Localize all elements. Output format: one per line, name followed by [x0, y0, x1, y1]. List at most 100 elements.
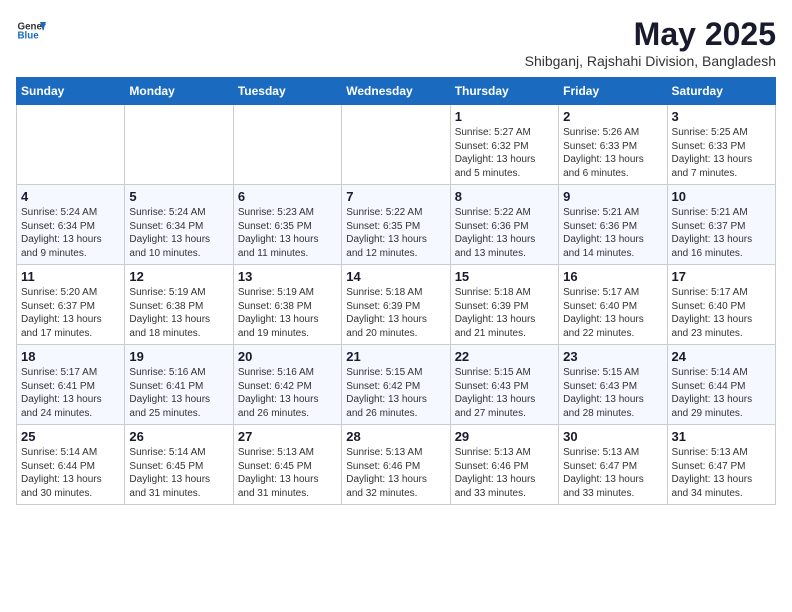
day-info: Sunrise: 5:15 AM Sunset: 6:43 PM Dayligh… [455, 366, 554, 420]
day-number: 10 [672, 189, 771, 204]
calendar-cell: 15 Sunrise: 5:18 AM Sunset: 6:39 PM Dayli… [450, 265, 558, 345]
day-info: Sunrise: 5:24 AM Sunset: 6:34 PM Dayligh… [129, 206, 228, 260]
calendar-cell: 24 Sunrise: 5:14 AM Sunset: 6:44 PM Dayli… [667, 345, 775, 425]
day-number: 22 [455, 349, 554, 364]
week-row-0: 1 Sunrise: 5:27 AM Sunset: 6:32 PM Daylig… [17, 105, 776, 185]
calendar-cell: 11 Sunrise: 5:20 AM Sunset: 6:37 PM Dayli… [17, 265, 125, 345]
calendar-cell: 13Sunrise: 5:19 AM Sunset: 6:38 PM Dayli… [233, 265, 341, 345]
day-number: 2 [563, 109, 662, 124]
logo-icon: General Blue [16, 16, 46, 46]
day-number: 4 [21, 189, 120, 204]
header: General Blue May 2025 Shibganj, Rajshahi… [16, 16, 776, 69]
day-number: 27 [238, 429, 337, 444]
day-info: Sunrise: 5:15 AM Sunset: 6:42 PM Dayligh… [346, 366, 445, 420]
day-number: 21 [346, 349, 445, 364]
day-info: Sunrise: 5:20 AM Sunset: 6:37 PM Dayligh… [21, 286, 120, 340]
col-header-sunday: Sunday [17, 78, 125, 105]
svg-text:Blue: Blue [18, 31, 40, 42]
day-number: 8 [455, 189, 554, 204]
day-number: 15 [455, 269, 554, 284]
day-number: 28 [346, 429, 445, 444]
day-number: 14 [346, 269, 445, 284]
day-info: Sunrise: 5:16 AM Sunset: 6:41 PM Dayligh… [129, 366, 228, 420]
week-row-1: 4 Sunrise: 5:24 AM Sunset: 6:34 PM Daylig… [17, 185, 776, 265]
calendar-cell: 4 Sunrise: 5:24 AM Sunset: 6:34 PM Daylig… [17, 185, 125, 265]
day-info: Sunrise: 5:15 AM Sunset: 6:43 PM Dayligh… [563, 366, 662, 420]
calendar-cell: 12 Sunrise: 5:19 AM Sunset: 6:38 PM Dayli… [125, 265, 233, 345]
day-number: 24 [672, 349, 771, 364]
calendar-cell [233, 105, 341, 185]
calendar-cell: 16Sunrise: 5:17 AM Sunset: 6:40 PM Dayli… [559, 265, 667, 345]
calendar-cell: 14 Sunrise: 5:18 AM Sunset: 6:39 PM Dayli… [342, 265, 450, 345]
calendar-cell [17, 105, 125, 185]
day-number: 30 [563, 429, 662, 444]
day-info: Sunrise: 5:14 AM Sunset: 6:44 PM Dayligh… [672, 366, 771, 420]
calendar-cell: 29 Sunrise: 5:13 AM Sunset: 6:46 PM Dayli… [450, 425, 558, 505]
day-info: Sunrise: 5:17 AM Sunset: 6:40 PM Dayligh… [672, 286, 771, 340]
calendar-cell: 18 Sunrise: 5:17 AM Sunset: 6:41 PM Dayli… [17, 345, 125, 425]
col-header-tuesday: Tuesday [233, 78, 341, 105]
day-number: 11 [21, 269, 120, 284]
day-info: Sunrise: 5:13 AM Sunset: 6:47 PM Dayligh… [563, 446, 662, 500]
day-info: Sunrise: 5:18 AM Sunset: 6:39 PM Dayligh… [455, 286, 554, 340]
calendar-cell: 23 Sunrise: 5:15 AM Sunset: 6:43 PM Dayli… [559, 345, 667, 425]
day-info: Sunrise: 5:25 AM Sunset: 6:33 PM Dayligh… [672, 126, 771, 180]
col-header-friday: Friday [559, 78, 667, 105]
day-info: Sunrise: 5:13 AM Sunset: 6:46 PM Dayligh… [455, 446, 554, 500]
day-info: Sunrise: 5:18 AM Sunset: 6:39 PM Dayligh… [346, 286, 445, 340]
day-number: 25 [21, 429, 120, 444]
week-row-3: 18 Sunrise: 5:17 AM Sunset: 6:41 PM Dayli… [17, 345, 776, 425]
calendar-cell: 10 Sunrise: 5:21 AM Sunset: 6:37 PM Dayli… [667, 185, 775, 265]
subtitle: Shibganj, Rajshahi Division, Bangladesh [525, 53, 776, 69]
calendar-cell: 6 Sunrise: 5:23 AM Sunset: 6:35 PM Daylig… [233, 185, 341, 265]
day-info: Sunrise: 5:21 AM Sunset: 6:36 PM Dayligh… [563, 206, 662, 260]
day-number: 13 [238, 269, 337, 284]
day-number: 31 [672, 429, 771, 444]
day-number: 12 [129, 269, 228, 284]
calendar-cell: 9Sunrise: 5:21 AM Sunset: 6:36 PM Daylig… [559, 185, 667, 265]
day-info: Sunrise: 5:19 AM Sunset: 6:38 PM Dayligh… [129, 286, 228, 340]
day-number: 6 [238, 189, 337, 204]
month-title: May 2025 [525, 16, 776, 53]
calendar-cell: 30 Sunrise: 5:13 AM Sunset: 6:47 PM Dayli… [559, 425, 667, 505]
col-header-saturday: Saturday [667, 78, 775, 105]
day-number: 7 [346, 189, 445, 204]
day-number: 18 [21, 349, 120, 364]
calendar-cell: 27 Sunrise: 5:13 AM Sunset: 6:45 PM Dayli… [233, 425, 341, 505]
day-number: 17 [672, 269, 771, 284]
calendar-cell [342, 105, 450, 185]
day-number: 23 [563, 349, 662, 364]
day-info: Sunrise: 5:17 AM Sunset: 6:41 PM Dayligh… [21, 366, 120, 420]
calendar-cell: 19 Sunrise: 5:16 AM Sunset: 6:41 PM Dayli… [125, 345, 233, 425]
logo: General Blue [16, 16, 46, 46]
calendar-cell: 1 Sunrise: 5:27 AM Sunset: 6:32 PM Daylig… [450, 105, 558, 185]
calendar-cell: 25Sunrise: 5:14 AM Sunset: 6:44 PM Dayli… [17, 425, 125, 505]
calendar-cell: 21 Sunrise: 5:15 AM Sunset: 6:42 PM Dayli… [342, 345, 450, 425]
calendar-cell: 7Sunrise: 5:22 AM Sunset: 6:35 PM Daylig… [342, 185, 450, 265]
week-row-4: 25Sunrise: 5:14 AM Sunset: 6:44 PM Dayli… [17, 425, 776, 505]
day-number: 3 [672, 109, 771, 124]
calendar-cell: 20Sunrise: 5:16 AM Sunset: 6:42 PM Dayli… [233, 345, 341, 425]
day-info: Sunrise: 5:22 AM Sunset: 6:36 PM Dayligh… [455, 206, 554, 260]
day-info: Sunrise: 5:13 AM Sunset: 6:45 PM Dayligh… [238, 446, 337, 500]
day-number: 19 [129, 349, 228, 364]
day-info: Sunrise: 5:13 AM Sunset: 6:46 PM Dayligh… [346, 446, 445, 500]
day-info: Sunrise: 5:21 AM Sunset: 6:37 PM Dayligh… [672, 206, 771, 260]
calendar-cell: 22 Sunrise: 5:15 AM Sunset: 6:43 PM Dayli… [450, 345, 558, 425]
day-info: Sunrise: 5:26 AM Sunset: 6:33 PM Dayligh… [563, 126, 662, 180]
day-info: Sunrise: 5:23 AM Sunset: 6:35 PM Dayligh… [238, 206, 337, 260]
day-info: Sunrise: 5:17 AM Sunset: 6:40 PM Dayligh… [563, 286, 662, 340]
col-header-monday: Monday [125, 78, 233, 105]
day-number: 29 [455, 429, 554, 444]
day-number: 26 [129, 429, 228, 444]
calendar-table: SundayMondayTuesdayWednesdayThursdayFrid… [16, 77, 776, 505]
calendar-cell: 26Sunrise: 5:14 AM Sunset: 6:45 PM Dayli… [125, 425, 233, 505]
calendar-cell: 17 Sunrise: 5:17 AM Sunset: 6:40 PM Dayli… [667, 265, 775, 345]
day-info: Sunrise: 5:13 AM Sunset: 6:47 PM Dayligh… [672, 446, 771, 500]
calendar-cell [125, 105, 233, 185]
col-header-wednesday: Wednesday [342, 78, 450, 105]
day-info: Sunrise: 5:16 AM Sunset: 6:42 PM Dayligh… [238, 366, 337, 420]
day-info: Sunrise: 5:27 AM Sunset: 6:32 PM Dayligh… [455, 126, 554, 180]
day-info: Sunrise: 5:24 AM Sunset: 6:34 PM Dayligh… [21, 206, 120, 260]
day-number: 1 [455, 109, 554, 124]
